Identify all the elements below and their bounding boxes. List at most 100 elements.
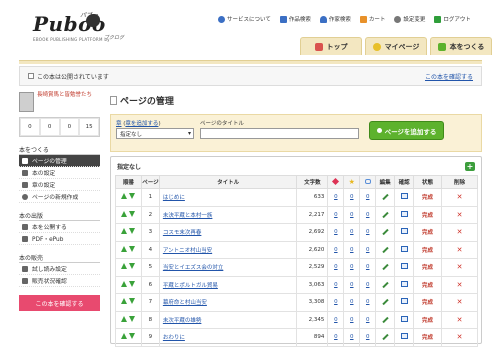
- count-1[interactable]: 0: [327, 240, 345, 259]
- sidebar-item-new-page[interactable]: ページの新規作成: [19, 191, 100, 203]
- page-title-link[interactable]: アントニオ村山当安: [158, 240, 298, 259]
- edit-icon[interactable]: [381, 316, 389, 323]
- count-3[interactable]: 0: [359, 240, 377, 259]
- count-2[interactable]: 0: [343, 223, 361, 242]
- sidebar-item-publish[interactable]: 本を公開する: [19, 221, 100, 233]
- tab-top[interactable]: トップ: [300, 37, 362, 55]
- count-2[interactable]: 0: [343, 310, 361, 329]
- count-3[interactable]: 0: [359, 258, 377, 277]
- view-book-icon[interactable]: [400, 245, 408, 252]
- delete-icon[interactable]: ✕: [457, 193, 463, 201]
- page-title-link[interactable]: 平蔵とポルトガル貿易: [158, 275, 298, 294]
- move-up-icon[interactable]: [121, 315, 128, 322]
- count-2[interactable]: 0: [343, 328, 361, 347]
- edit-icon[interactable]: [381, 334, 389, 341]
- move-down-icon[interactable]: [129, 245, 136, 252]
- page-title-link[interactable]: 当安とイエズス会の対立: [158, 258, 298, 277]
- delete-icon[interactable]: ✕: [457, 246, 463, 254]
- page-title-link[interactable]: 未次平蔵の雄勢: [158, 310, 298, 329]
- view-book-icon[interactable]: [400, 210, 408, 217]
- edit-icon[interactable]: [381, 229, 389, 236]
- page-title-link[interactable]: 幕府命と村山当安: [158, 293, 298, 312]
- move-up-icon[interactable]: [121, 333, 128, 340]
- delete-icon[interactable]: ✕: [457, 316, 463, 324]
- count-2[interactable]: 0: [343, 293, 361, 312]
- page-title-link[interactable]: おわりに: [158, 328, 298, 347]
- delete-icon[interactable]: ✕: [457, 281, 463, 289]
- move-up-icon[interactable]: [121, 298, 128, 305]
- move-up-icon[interactable]: [121, 210, 128, 217]
- count-3[interactable]: 0: [359, 275, 377, 294]
- toplink-settings[interactable]: 設定変更: [394, 15, 425, 23]
- count-3[interactable]: 0: [359, 223, 377, 242]
- edit-icon[interactable]: [381, 246, 389, 253]
- count-1[interactable]: 0: [327, 328, 345, 347]
- count-1[interactable]: 0: [327, 258, 345, 277]
- count-3[interactable]: 0: [359, 328, 377, 347]
- move-down-icon[interactable]: [129, 298, 136, 305]
- count-1[interactable]: 0: [327, 293, 345, 312]
- view-book-icon[interactable]: [400, 263, 408, 270]
- move-down-icon[interactable]: [129, 228, 136, 235]
- page-title-link[interactable]: コスモ末次再春: [158, 223, 298, 242]
- toplink-author-search[interactable]: 作家検索: [319, 15, 351, 23]
- book-title[interactable]: 長崎賞馬と皆勉誉たち: [37, 92, 92, 116]
- book-thumbnail[interactable]: [19, 92, 34, 112]
- edit-icon[interactable]: [381, 281, 389, 288]
- sidebar-item-trial-settings[interactable]: 試し読み設定: [19, 263, 100, 275]
- count-3[interactable]: 0: [359, 293, 377, 312]
- move-up-icon[interactable]: [121, 263, 128, 270]
- count-1[interactable]: 0: [327, 310, 345, 329]
- count-2[interactable]: 0: [343, 188, 361, 207]
- edit-icon[interactable]: [381, 264, 389, 271]
- move-down-icon[interactable]: [129, 333, 136, 340]
- page-title-link[interactable]: 未決平蔵と本村一族: [158, 205, 298, 224]
- count-2[interactable]: 0: [343, 205, 361, 224]
- sidebar-item-chapter-settings[interactable]: 章の設定: [19, 179, 100, 191]
- count-1[interactable]: 0: [327, 188, 345, 207]
- move-up-icon[interactable]: [121, 245, 128, 252]
- count-3[interactable]: 0: [359, 188, 377, 207]
- view-book-button[interactable]: この本を確認する: [19, 295, 100, 311]
- move-down-icon[interactable]: [129, 210, 136, 217]
- toplink-cart[interactable]: カート: [359, 15, 385, 23]
- move-up-icon[interactable]: [121, 193, 128, 200]
- move-down-icon[interactable]: [129, 263, 136, 270]
- sidebar-item-pdf-epub[interactable]: PDF・ePub: [19, 233, 100, 245]
- view-book-icon[interactable]: [400, 228, 408, 235]
- count-1[interactable]: 0: [327, 275, 345, 294]
- move-up-icon[interactable]: [121, 228, 128, 235]
- count-1[interactable]: 0: [327, 223, 345, 242]
- add-chapter-link[interactable]: 章を追加する: [125, 121, 158, 127]
- count-2[interactable]: 0: [343, 240, 361, 259]
- sidebar-item-sales-status[interactable]: 販売状況確認: [19, 275, 100, 287]
- delete-icon[interactable]: ✕: [457, 333, 463, 341]
- move-down-icon[interactable]: [129, 280, 136, 287]
- move-up-icon[interactable]: [121, 280, 128, 287]
- count-3[interactable]: 0: [359, 310, 377, 329]
- view-book-icon[interactable]: [400, 280, 408, 287]
- chapter-select[interactable]: 指定なし: [116, 128, 194, 139]
- move-down-icon[interactable]: [129, 193, 136, 200]
- page-title-link[interactable]: はじめに: [158, 188, 298, 207]
- count-2[interactable]: 0: [343, 275, 361, 294]
- sidebar-item-book-settings[interactable]: 本の設定: [19, 167, 100, 179]
- notice-link[interactable]: この本を確認する: [425, 72, 473, 81]
- delete-icon[interactable]: ✕: [457, 298, 463, 306]
- count-2[interactable]: 0: [343, 258, 361, 277]
- add-row-icon[interactable]: +: [465, 161, 475, 171]
- delete-icon[interactable]: ✕: [457, 228, 463, 236]
- move-down-icon[interactable]: [129, 315, 136, 322]
- count-1[interactable]: 0: [327, 205, 345, 224]
- view-book-icon[interactable]: [400, 315, 408, 322]
- toplink-book-search[interactable]: 作品検索: [279, 15, 311, 23]
- tab-create-book[interactable]: 本をつくる: [430, 37, 492, 55]
- view-book-icon[interactable]: [400, 333, 408, 340]
- tab-mypage[interactable]: マイページ: [365, 37, 427, 55]
- toplink-service[interactable]: サービスについて: [218, 15, 271, 23]
- delete-icon[interactable]: ✕: [457, 263, 463, 271]
- toplink-logout[interactable]: ログアウト: [434, 15, 471, 23]
- edit-icon[interactable]: [381, 194, 389, 201]
- page-title-input[interactable]: [200, 128, 359, 139]
- delete-icon[interactable]: ✕: [457, 211, 463, 219]
